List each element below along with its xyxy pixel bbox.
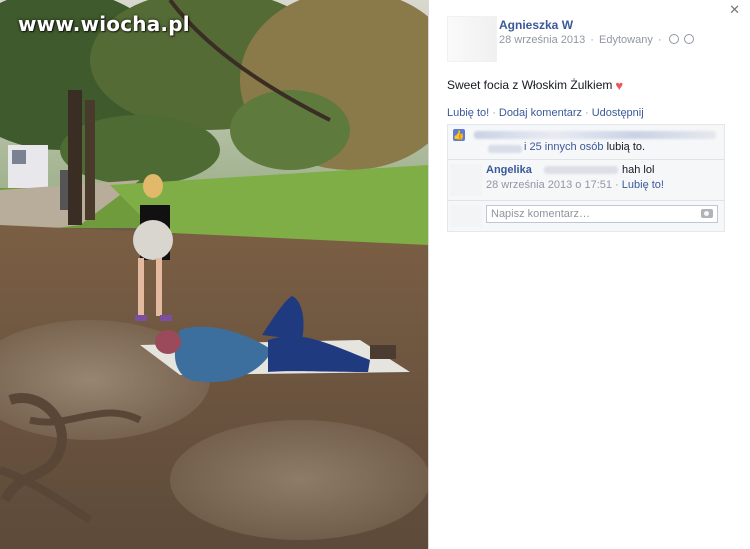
camera-icon[interactable] — [701, 209, 713, 218]
action-separator: · — [585, 107, 589, 119]
commenter-name[interactable]: Angelika — [486, 164, 532, 176]
likes-text: i 25 innych osób lubią to. — [524, 141, 645, 153]
clock-icon — [668, 34, 679, 44]
likes-others-link[interactable]: i 25 innych osób — [524, 141, 604, 153]
likes-suffix: lubią to. — [606, 141, 646, 153]
post-header: Agnieszka W 28 września 2013 · Edytowany… — [447, 12, 727, 62]
close-icon[interactable]: ✕ — [729, 2, 740, 18]
post-text: Sweet focia z Włoskim Żulkiem ♥ — [447, 78, 623, 93]
blurred-names — [488, 145, 522, 153]
comment-button[interactable]: Dodaj komentarz — [499, 107, 582, 119]
meta-separator: · — [615, 179, 619, 191]
author-avatar[interactable] — [447, 16, 497, 62]
likes-summary: 👍 i 25 innych osób lubią to. — [448, 125, 724, 160]
post-text-content: Sweet focia z Włoskim Żulkiem — [447, 78, 613, 92]
comments-box: 👍 i 25 innych osób lubią to. Angelika ha… — [447, 124, 725, 232]
author-name[interactable]: Agnieszka W — [499, 18, 573, 32]
comment-input[interactable]: Napisz komentarz… — [486, 205, 718, 223]
meta-separator: · — [657, 34, 662, 46]
comment-like-button[interactable]: Lubię to! — [622, 179, 664, 191]
blurred-surname — [544, 166, 618, 174]
heart-icon: ♥ — [615, 78, 624, 93]
comment-input-placeholder: Napisz komentarz… — [491, 208, 591, 220]
meta-separator: · — [590, 34, 594, 46]
comment-date[interactable]: 28 września 2013 o 17:51 — [486, 179, 612, 191]
commenter-avatar[interactable] — [450, 164, 482, 196]
post-side-panel: ✕ Agnieszka W 28 września 2013 · Edytowa… — [428, 0, 750, 549]
comment-text: hah lol — [622, 164, 655, 176]
post-date[interactable]: 28 września 2013 — [499, 34, 585, 46]
post-photo[interactable]: www.wiocha.pl — [0, 0, 428, 549]
watermark: www.wiocha.pl — [18, 12, 190, 36]
edited-label[interactable]: Edytowany — [599, 34, 653, 46]
thumbs-up-icon: 👍 — [453, 129, 465, 141]
like-button[interactable]: Lubię to! — [447, 107, 489, 119]
comment-item: Angelika hah lol 28 września 2013 o 17:5… — [448, 160, 724, 201]
post-meta: 28 września 2013 · Edytowany · — [499, 34, 694, 46]
reply-row: Napisz komentarz… — [448, 201, 724, 231]
share-button[interactable]: Udostępnij — [592, 107, 644, 119]
action-separator: · — [492, 107, 496, 119]
post-actions: Lubię to! · Dodaj komentarz · Udostępnij — [447, 107, 644, 119]
current-user-avatar — [450, 205, 482, 227]
blurred-names — [474, 131, 716, 139]
park-photo-illustration — [0, 0, 428, 549]
globe-icon[interactable] — [683, 34, 694, 44]
comment-meta: 28 września 2013 o 17:51 · Lubię to! — [486, 179, 664, 191]
